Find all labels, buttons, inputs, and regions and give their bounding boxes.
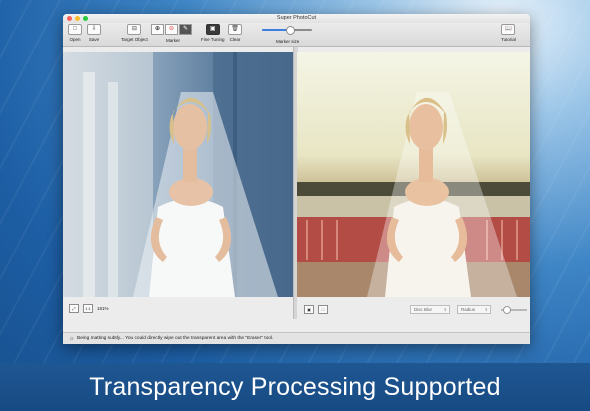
app-window: Super PhotoCut □ Open ⇩ Save ⊟ Target Ob… bbox=[63, 14, 530, 344]
close-window-button[interactable] bbox=[67, 16, 72, 21]
title-bar: Super PhotoCut bbox=[63, 14, 530, 23]
promo-banner: Transparency Processing Supported bbox=[0, 363, 590, 411]
result-image-pane[interactable] bbox=[297, 52, 530, 297]
right-bottom-bar: ▣ □ Disc Blur ⇕ Radius ⇕ bbox=[297, 297, 530, 319]
target-object-button[interactable]: ⊟ Target Object bbox=[121, 24, 148, 42]
fine-tuning-icon: ▣ bbox=[205, 24, 220, 35]
editor-panes: ⤢ 1:1 181% ▣ □ Disc Blur ⇕ Radius ⇕ bbox=[63, 47, 530, 319]
window-controls bbox=[67, 16, 88, 21]
tutorial-label: Tutorial bbox=[501, 37, 516, 42]
toolbar: □ Open ⇩ Save ⊟ Target Object ⊕ ⊖ ✎ Mark… bbox=[63, 23, 530, 47]
radius-select[interactable]: Radius ⇕ bbox=[457, 305, 491, 314]
open-icon: □ bbox=[68, 24, 82, 35]
marker-size-label: Marker size bbox=[276, 39, 300, 44]
save-label: Save bbox=[88, 37, 100, 42]
left-bottom-bar: ⤢ 1:1 181% bbox=[63, 297, 293, 319]
chevron-updown-icon: ⇕ bbox=[443, 307, 447, 312]
save-button[interactable]: ⇩ Save bbox=[87, 24, 101, 42]
window-title: Super PhotoCut bbox=[276, 15, 317, 21]
marker-label-wrap: Marker bbox=[166, 38, 180, 43]
marker-remove-icon[interactable]: ⊖ bbox=[165, 24, 178, 35]
radius-value: Radius bbox=[461, 307, 476, 312]
target-object-icon: ⊟ bbox=[127, 24, 142, 35]
trash-icon: 🗑 bbox=[228, 24, 242, 35]
marker-size-slider[interactable] bbox=[262, 26, 312, 35]
fine-tuning-label: Fine Tuning bbox=[201, 37, 225, 42]
status-message: Being matting subtly... You could direct… bbox=[77, 336, 274, 341]
fit-screen-icon[interactable]: ⤢ bbox=[69, 304, 79, 313]
marker-segmented-control[interactable]: ⊕ ⊖ ✎ bbox=[151, 24, 192, 35]
open-label: Open bbox=[69, 37, 81, 42]
status-bar: ☼ Being matting subtly... You could dire… bbox=[63, 332, 530, 344]
radius-slider-knob[interactable] bbox=[503, 306, 511, 314]
tutorial-button[interactable]: 📖 Tutorial bbox=[501, 24, 516, 42]
blur-type-select[interactable]: Disc Blur ⇕ bbox=[410, 305, 450, 314]
clear-label: Clear bbox=[229, 37, 241, 42]
marker-keep-icon[interactable]: ⊕ bbox=[151, 24, 164, 35]
radius-slider[interactable] bbox=[501, 306, 527, 314]
result-photo bbox=[297, 92, 530, 297]
marker-size-knob[interactable] bbox=[285, 26, 295, 35]
marker-label: Marker bbox=[166, 38, 181, 43]
minimize-window-button[interactable] bbox=[75, 16, 80, 21]
chevron-updown-icon: ⇕ bbox=[484, 307, 488, 312]
lightbulb-icon: ☼ bbox=[69, 336, 75, 342]
banner-text: Transparency Processing Supported bbox=[89, 373, 501, 401]
book-icon: 📖 bbox=[501, 24, 516, 35]
zoom-level: 181% bbox=[97, 306, 109, 311]
original-image-pane[interactable] bbox=[63, 52, 293, 297]
actual-size-icon[interactable]: 1:1 bbox=[83, 304, 93, 313]
original-photo bbox=[63, 52, 293, 297]
open-button[interactable]: □ Open bbox=[68, 24, 82, 42]
target-object-label: Target Object bbox=[121, 37, 148, 42]
background-color-icon[interactable]: □ bbox=[318, 305, 328, 314]
background-image-icon[interactable]: ▣ bbox=[304, 305, 314, 314]
eraser-icon[interactable]: ✎ bbox=[179, 24, 192, 35]
blur-type-value: Disc Blur bbox=[414, 307, 433, 312]
save-icon: ⇩ bbox=[87, 24, 101, 35]
zoom-window-button[interactable] bbox=[83, 16, 88, 21]
fine-tuning-button[interactable]: ▣ Fine Tuning bbox=[201, 24, 225, 42]
clear-button[interactable]: 🗑 Clear bbox=[228, 24, 242, 42]
